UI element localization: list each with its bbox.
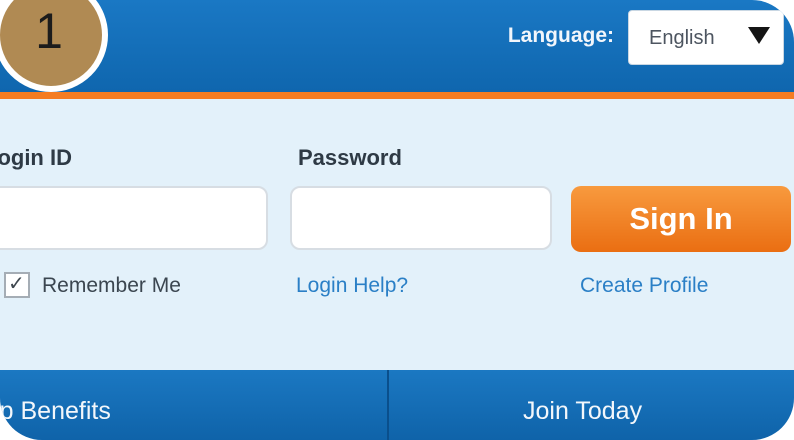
nav-divider bbox=[387, 370, 389, 440]
header-divider bbox=[0, 92, 794, 99]
language-select[interactable]: English bbox=[628, 10, 784, 65]
sign-in-button[interactable]: Sign In bbox=[571, 186, 791, 252]
password-input[interactable] bbox=[290, 186, 552, 250]
step-number: 1 bbox=[35, 3, 63, 59]
membership-benefits-link[interactable]: Membership Benefits bbox=[0, 370, 111, 440]
dropdown-arrow-icon bbox=[748, 27, 770, 44]
join-today-link[interactable]: Join Today bbox=[523, 370, 642, 440]
header-bar: Language: English bbox=[0, 0, 794, 92]
create-profile-link[interactable]: Create Profile bbox=[580, 274, 708, 298]
language-select-value: English bbox=[649, 27, 715, 49]
check-icon: ✓ bbox=[8, 273, 25, 295]
password-label: Password bbox=[298, 145, 402, 170]
login-help-link[interactable]: Login Help? bbox=[296, 274, 408, 298]
login-id-label: Login ID bbox=[0, 145, 72, 170]
language-label: Language: bbox=[507, 24, 614, 47]
login-panel: Language: English Login ID Password Sign… bbox=[0, 0, 794, 440]
remember-me-label: Remember Me bbox=[42, 274, 181, 297]
remember-me-checkbox[interactable]: ✓ bbox=[4, 272, 30, 298]
bottom-nav: Membership Benefits Join Today bbox=[0, 370, 794, 440]
login-id-input[interactable] bbox=[0, 186, 268, 250]
